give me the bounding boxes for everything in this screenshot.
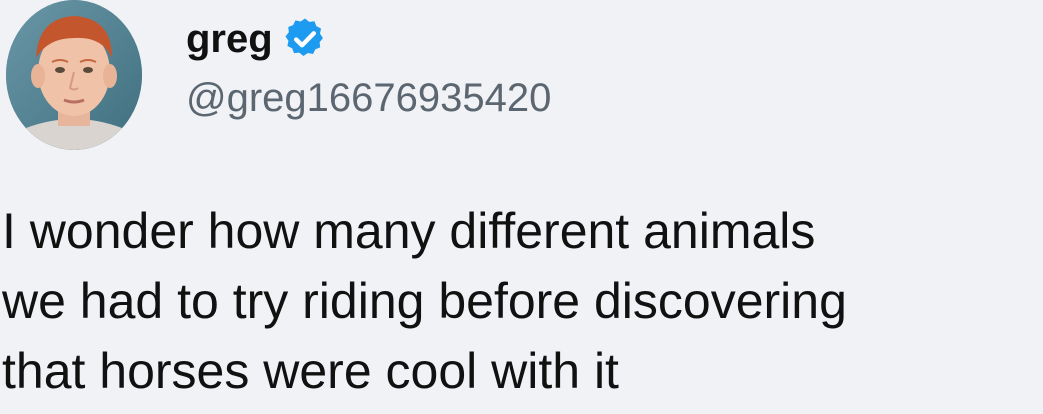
tweet-text-line: that horses were cool with it — [2, 343, 619, 399]
author-handle[interactable]: @greg16676935420 — [186, 76, 551, 121]
tweet-text-line: I wonder how many different animals — [2, 203, 816, 259]
author-display-name[interactable]: greg — [186, 17, 273, 62]
avatar[interactable] — [6, 0, 142, 150]
verified-badge-icon — [283, 17, 327, 61]
avatar-image — [6, 0, 142, 150]
author-name-row: greg — [186, 14, 327, 64]
tweet-text: I wonder how many different animals we h… — [2, 196, 1043, 406]
tweet-card: greg @greg16676935420 I wonder how many … — [0, 0, 1043, 414]
tweet-text-line: we had to try riding before discovering — [2, 273, 847, 329]
